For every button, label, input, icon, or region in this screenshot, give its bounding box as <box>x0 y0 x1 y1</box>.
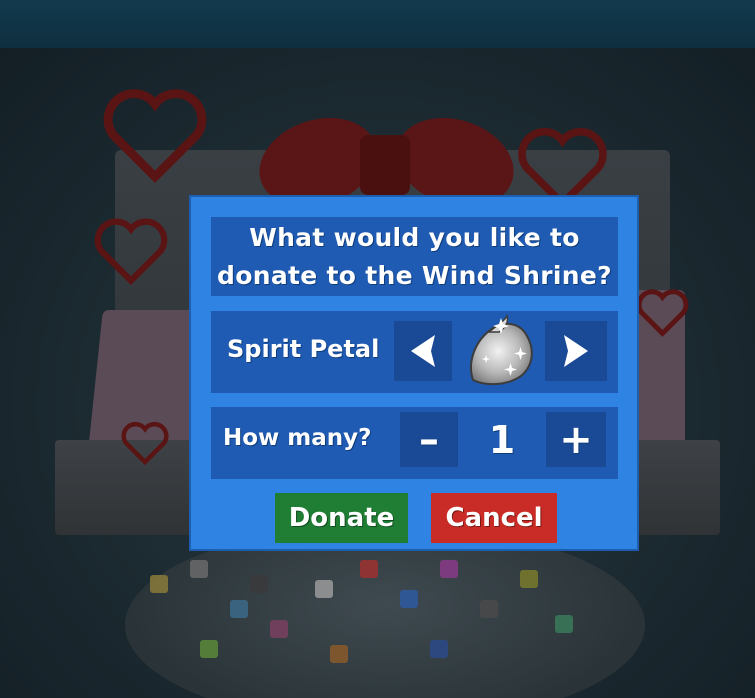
bee-figure <box>440 560 458 578</box>
heart-decoration-icon <box>92 212 170 290</box>
ceiling <box>0 0 755 48</box>
cancel-button[interactable]: Cancel <box>431 493 557 543</box>
item-selector: Spirit Petal <box>211 311 618 393</box>
next-item-button[interactable] <box>545 321 607 381</box>
bee-figure <box>330 645 348 663</box>
bee-figure <box>430 640 448 658</box>
item-name-label: Spirit Petal <box>227 335 380 363</box>
heart-decoration-icon <box>120 418 170 468</box>
bee-figure <box>520 570 538 588</box>
donate-dialog: What would you like to donate to the Win… <box>189 195 639 551</box>
bee-figure <box>200 640 218 658</box>
decrease-quantity-button[interactable]: – <box>400 412 458 467</box>
bee-figure <box>480 600 498 618</box>
dialog-title-panel: What would you like to donate to the Win… <box>211 217 618 296</box>
dialog-title: What would you like to donate to the Win… <box>217 222 612 290</box>
quantity-selector: How many? – 1 + <box>211 407 618 479</box>
donate-button[interactable]: Donate <box>275 493 408 543</box>
previous-item-button[interactable] <box>394 321 452 381</box>
bee-figure <box>360 560 378 578</box>
bee-figure <box>400 590 418 608</box>
bee-figure <box>315 580 333 598</box>
arrow-left-icon <box>411 335 435 367</box>
bee-figure <box>230 600 248 618</box>
bee-figure <box>250 575 268 593</box>
arrow-right-icon <box>564 335 588 367</box>
quantity-value: 1 <box>488 418 516 462</box>
bee-figure <box>150 575 168 593</box>
spirit-petal-icon <box>463 314 541 388</box>
heart-decoration-icon <box>100 80 210 190</box>
heart-decoration-icon <box>635 285 690 340</box>
ribbon-knot <box>360 135 410 195</box>
bee-figure <box>270 620 288 638</box>
quantity-label: How many? <box>223 425 372 451</box>
bee-figure <box>555 615 573 633</box>
bee-figure <box>190 560 208 578</box>
increase-quantity-button[interactable]: + <box>546 412 606 467</box>
